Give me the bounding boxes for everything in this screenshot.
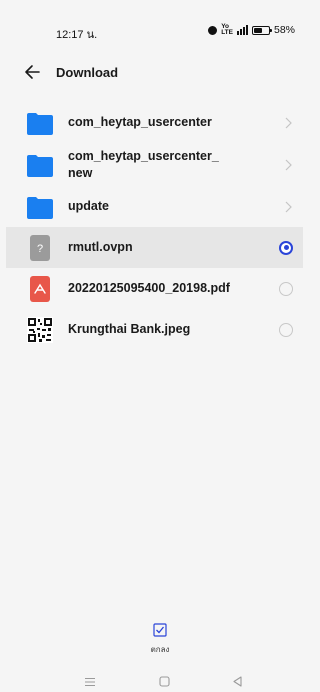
ok-label: ตกลง xyxy=(150,645,170,654)
select-radio[interactable] xyxy=(279,281,293,296)
volte-icon: Yo LTE xyxy=(221,23,233,36)
folder-icon xyxy=(27,112,53,135)
file-name: 20220125095400_20198.pdf xyxy=(68,281,230,295)
list-item-file[interactable]: Krungthai Bank.jpeg xyxy=(6,309,303,350)
chevron-right-icon xyxy=(285,201,292,212)
system-nav-bar xyxy=(0,671,309,691)
back-nav-icon[interactable] xyxy=(232,674,243,692)
svg-text:?: ? xyxy=(37,243,43,255)
file-name: com_heytap_usercenter xyxy=(68,115,212,129)
alarm-icon xyxy=(208,25,218,35)
menu-nav-icon[interactable] xyxy=(84,674,96,692)
select-radio[interactable] xyxy=(279,240,293,255)
page-title: Download xyxy=(56,65,119,80)
signal-icon xyxy=(236,25,248,35)
folder-icon xyxy=(27,154,53,177)
file-name: rmutl.ovpn xyxy=(68,240,133,254)
select-radio[interactable] xyxy=(279,322,293,337)
chevron-right-icon xyxy=(285,159,292,170)
list-item-file[interactable]: ? rmutl.ovpn xyxy=(6,227,303,268)
qr-image-thumbnail xyxy=(27,316,53,343)
file-name: com_heytap_usercenter_ new xyxy=(68,148,219,180)
back-arrow-icon[interactable] xyxy=(22,62,44,82)
app-bar: Download xyxy=(0,56,309,90)
list-item-folder[interactable]: com_heytap_usercenter_ new xyxy=(6,143,303,186)
checkbox-icon xyxy=(153,623,167,637)
battery-percent: 58% xyxy=(273,24,295,36)
file-name: update xyxy=(68,199,109,213)
pdf-file-icon xyxy=(30,275,50,302)
list-item-file[interactable]: 20220125095400_20198.pdf xyxy=(6,268,303,309)
chevron-right-icon xyxy=(285,117,292,128)
file-list: com_heytap_usercenter com_heytap_usercen… xyxy=(6,102,303,350)
status-time: 12:17 น. xyxy=(56,29,98,41)
folder-icon xyxy=(27,196,53,219)
file-name: Krungthai Bank.jpeg xyxy=(68,322,191,336)
list-item-folder[interactable]: update xyxy=(6,186,303,227)
unknown-file-icon: ? xyxy=(30,234,50,261)
home-nav-icon[interactable] xyxy=(159,674,170,692)
list-item-folder[interactable]: com_heytap_usercenter xyxy=(6,102,303,143)
bottom-bar: ตกลง xyxy=(0,615,309,692)
status-bar: 12:17 น. Yo LTE 58% xyxy=(0,0,309,60)
battery-icon xyxy=(251,25,272,35)
ok-button[interactable]: ตกลง xyxy=(140,623,180,656)
